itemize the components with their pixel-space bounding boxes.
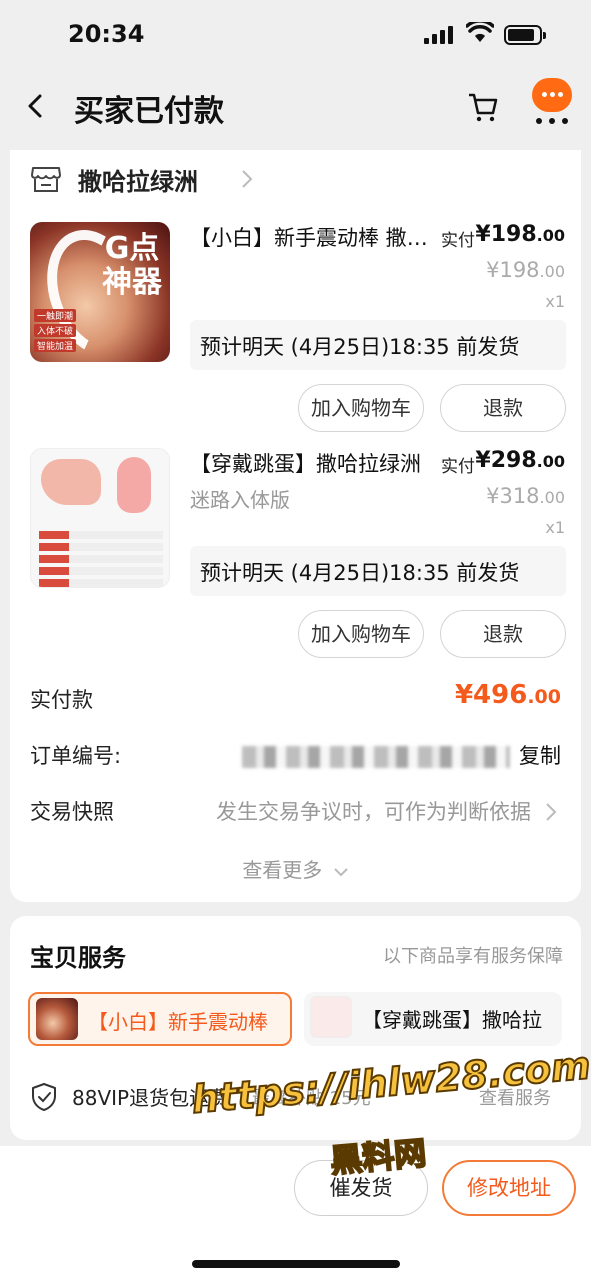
product-item: 【穿戴跳蛋】撒哈拉绿洲 迷路入体版 实付 ¥298.00 ¥318.00 x1 … <box>10 448 581 668</box>
product-spec: 迷路入体版 <box>190 488 290 512</box>
modify-address-button[interactable]: 修改地址 <box>442 1160 576 1216</box>
total-paid-label: 实付款 <box>30 688 93 712</box>
home-indicator[interactable] <box>192 1260 400 1268</box>
product-title[interactable]: 【小白】新手震动棒 撒哈拉绿洲 <box>190 222 440 252</box>
shop-name[interactable]: 撒哈拉绿洲 <box>78 162 198 197</box>
original-price: ¥318.00 <box>486 484 565 508</box>
battery-icon <box>504 25 546 45</box>
message-bubble-icon[interactable] <box>532 78 572 112</box>
refund-button[interactable]: 退款 <box>440 610 566 658</box>
shipping-estimate: 预计明天 (4月25日)18:35 前发货 <box>190 320 566 370</box>
page-title: 买家已付款 <box>74 94 224 129</box>
cellular-signal-icon <box>424 26 454 44</box>
shopping-cart-icon[interactable] <box>466 90 500 124</box>
more-options-icon[interactable] <box>536 118 570 124</box>
vip-return-shipping-row[interactable]: 88VIP退货包运费 最高补贴 25元 查看服务 <box>30 1080 561 1114</box>
total-paid-row: 实付款 ¥496.00 <box>30 680 561 720</box>
view-service-link[interactable]: 查看服务 <box>479 1084 551 1110</box>
refund-button[interactable]: 退款 <box>440 384 566 432</box>
chip-label: 【小白】新手震动棒 <box>88 1010 268 1034</box>
paid-label: 实付 <box>441 231 475 251</box>
product-image[interactable] <box>30 448 170 588</box>
shield-check-icon <box>32 1083 56 1111</box>
service-product-chip[interactable]: 【小白】新手震动棒 <box>28 992 292 1046</box>
shipping-text: 预计明天 (4月25日)18:35 前发货 <box>200 335 520 359</box>
status-time: 20:34 <box>68 20 145 48</box>
service-subtitle: 以下商品享有服务保障 <box>383 946 563 967</box>
service-product-chip[interactable]: 【穿戴跳蛋】撒哈拉 <box>304 992 562 1046</box>
shop-icon <box>31 167 61 192</box>
back-arrow-icon[interactable] <box>22 92 50 120</box>
paid-label: 实付 <box>441 457 475 477</box>
snapshot-row[interactable]: 交易快照 发生交易争议时，可作为判断依据 <box>30 796 561 832</box>
copy-button[interactable]: 复制 <box>519 740 561 770</box>
chevron-down-icon <box>333 867 348 876</box>
chip-thumbnail <box>310 996 352 1038</box>
vip-label: 88VIP退货包运费 <box>72 1086 230 1110</box>
shipping-text: 预计明天 (4月25日)18:35 前发货 <box>200 561 520 585</box>
order-number-row: 订单编号: 复制 <box>30 740 561 776</box>
status-bar: 20:34 <box>0 0 591 70</box>
wifi-icon <box>466 22 494 42</box>
chip-label: 【穿戴跳蛋】撒哈拉 <box>362 1008 542 1032</box>
remind-shipping-button[interactable]: 催发货 <box>294 1160 428 1216</box>
add-to-cart-button[interactable]: 加入购物车 <box>298 610 424 658</box>
product-title[interactable]: 【穿戴跳蛋】撒哈拉绿洲 <box>190 448 440 478</box>
product-item: G点神器 一触即潮 入体不破 智能加温 【小白】新手震动棒 撒哈拉绿洲 实付 ¥… <box>10 222 581 442</box>
chip-thumbnail <box>36 998 78 1040</box>
shipping-estimate: 预计明天 (4月25日)18:35 前发货 <box>190 546 566 596</box>
product-image[interactable]: G点 神器 一触即潮 入体不破 智能加温 <box>30 222 170 362</box>
service-card: 宝贝服务 以下商品享有服务保障 【小白】新手震动棒 【穿戴跳蛋】撒哈拉 88VI… <box>10 916 581 1140</box>
order-number-redacted <box>242 746 510 768</box>
paid-price: ¥198.00 <box>475 222 565 247</box>
chevron-right-icon <box>546 803 557 821</box>
order-number-label: 订单编号: <box>30 744 122 768</box>
order-card: 撒哈拉绿洲 G点神器 一触即潮 入体不破 智能加温 【小白】新手震动棒 撒哈拉绿… <box>10 150 581 902</box>
add-to-cart-button[interactable]: 加入购物车 <box>298 384 424 432</box>
paid-price: ¥298.00 <box>475 448 565 473</box>
product-image-text: G点 神器 <box>102 231 162 300</box>
snapshot-description: 发生交易争议时，可作为判断依据 <box>216 800 531 824</box>
vip-subsidy: 最高补贴 25元 <box>252 1088 371 1109</box>
service-title: 宝贝服务 <box>30 944 126 972</box>
total-paid-amount: ¥496.00 <box>454 680 561 710</box>
bottom-action-bar: 催发货 修改地址 <box>0 1146 591 1280</box>
snapshot-label: 交易快照 <box>30 800 114 824</box>
navigation-bar: 买家已付款 <box>0 70 591 150</box>
view-more-button[interactable]: 查看更多 <box>10 854 581 883</box>
quantity: x1 <box>545 292 565 311</box>
chevron-right-icon <box>242 170 253 188</box>
quantity: x1 <box>545 518 565 537</box>
original-price: ¥198.00 <box>486 258 565 282</box>
